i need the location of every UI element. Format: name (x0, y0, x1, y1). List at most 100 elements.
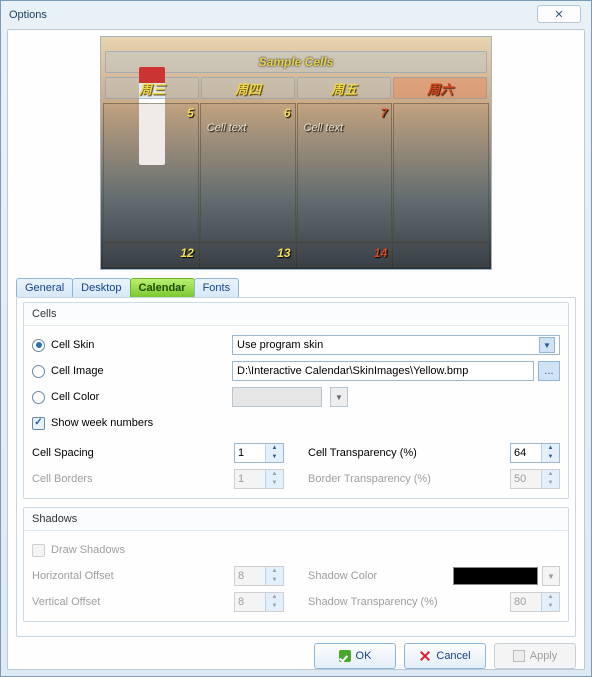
titlebar: Options ✕ (1, 1, 591, 29)
chevron-up-icon: ▲ (266, 470, 283, 479)
row-scolor: Shadow Color ▼ (308, 563, 560, 589)
spinner-transparency[interactable]: ▲▼ (510, 443, 560, 463)
tab-fonts[interactable]: Fonts (194, 278, 240, 297)
label-border-trans: Border Transparency (%) (308, 473, 431, 485)
chevron-up-icon: ▲ (542, 593, 559, 602)
preview-cell: 7Cell text (297, 103, 393, 242)
radio-cell-image[interactable] (32, 365, 45, 378)
preview-grid: 5 6Cell text 7Cell text 7Cell text 12 13… (103, 103, 489, 267)
color-dropdown[interactable]: ▼ (330, 387, 348, 407)
chevron-down-icon: ▼ (266, 453, 283, 462)
shadows-group: Shadows Draw Shadows Horizontal Offset (23, 507, 569, 622)
chevron-down-icon: ▼ (542, 453, 559, 462)
label-scolor: Shadow Color (308, 570, 377, 582)
preview-header-cell: 周四 (201, 77, 295, 99)
x-icon (419, 650, 431, 662)
row-cell-image: Cell Image ... (32, 358, 560, 384)
shadow-color-dropdown: ▼ (542, 566, 560, 586)
spinner-voffset: ▲▼ (234, 592, 284, 612)
checkbox-weeknum[interactable] (32, 417, 45, 430)
row-border-trans: Border Transparency (%) ▲▼ (308, 466, 560, 492)
chevron-down-icon: ▼ (266, 576, 283, 585)
ellipsis-icon: ... (544, 365, 553, 377)
preview-header-cell: 周三 (105, 77, 199, 99)
label-weeknum: Show week numbers (51, 417, 153, 429)
spinner-spacing-input[interactable] (235, 444, 265, 462)
preview-cell: 5 (103, 103, 199, 242)
preview-cell (393, 103, 489, 242)
check-icon (339, 650, 351, 662)
apply-button: Apply (494, 643, 576, 669)
ok-button[interactable]: OK (314, 643, 396, 669)
browse-button[interactable]: ... (538, 361, 560, 381)
radio-cell-skin[interactable] (32, 339, 45, 352)
spinner-strans-input (511, 593, 541, 611)
label-strans: Shadow Transparency (%) (308, 596, 438, 608)
spinner-spacing[interactable]: ▲▼ (234, 443, 284, 463)
window-title: Options (9, 9, 47, 21)
spinner-voffset-input (235, 593, 265, 611)
shadows-group-title: Shadows (24, 508, 568, 531)
row-spacing: Cell Spacing ▲▼ (32, 440, 284, 466)
row-strans: Shadow Transparency (%) ▲▼ (308, 589, 560, 615)
preview-cell (393, 243, 489, 267)
cells-group-title: Cells (24, 303, 568, 326)
spinner-borders-input (235, 470, 265, 488)
spinner-hoffset-input (235, 567, 265, 585)
row-voffset: Vertical Offset ▲▼ (32, 589, 284, 615)
spinner-border-trans-input (511, 470, 541, 488)
tab-calendar[interactable]: Calendar (130, 278, 195, 297)
options-window: Options ✕ Sample Cells 周三 周四 周五 周六 5 6Ce… (0, 0, 592, 677)
preview-cell: 14 (297, 243, 393, 267)
preview-cell: 13 (200, 243, 296, 267)
input-cell-image[interactable] (232, 361, 534, 381)
chevron-up-icon: ▲ (542, 444, 559, 453)
cancel-button[interactable]: Cancel (404, 643, 486, 669)
tab-strip: General Desktop Calendar Fonts (16, 278, 576, 297)
chevron-up-icon: ▲ (266, 567, 283, 576)
preview-title: Sample Cells (259, 55, 334, 69)
spinner-borders: ▲▼ (234, 469, 284, 489)
chevron-down-icon: ▼ (266, 479, 283, 488)
label-borders: Cell Borders (32, 473, 93, 485)
chevron-up-icon: ▲ (542, 470, 559, 479)
label-voffset: Vertical Offset (32, 596, 100, 608)
preview-header-cell: 周五 (297, 77, 391, 99)
row-weeknum: Show week numbers (32, 410, 560, 436)
tab-desktop[interactable]: Desktop (72, 278, 130, 297)
spinner-border-trans: ▲▼ (510, 469, 560, 489)
tab-general[interactable]: General (16, 278, 73, 297)
spinner-hoffset: ▲▼ (234, 566, 284, 586)
label-spacing: Cell Spacing (32, 447, 94, 459)
preview-title-band: Sample Cells (105, 51, 487, 73)
label-cell-skin: Cell Skin (51, 339, 94, 351)
apply-label: Apply (530, 650, 558, 662)
chevron-down-icon: ▼ (542, 602, 559, 611)
chevron-up-icon: ▲ (266, 444, 283, 453)
select-cell-skin[interactable]: Use program skin ▼ (232, 335, 560, 355)
shadows-group-body: Draw Shadows Horizontal Offset ▲▼ (24, 531, 568, 621)
button-row: OK Cancel Apply (16, 643, 576, 669)
preview-header-cell: 周六 (393, 77, 487, 99)
row-hoffset: Horizontal Offset ▲▼ (32, 563, 284, 589)
label-transparency: Cell Transparency (%) (308, 447, 417, 459)
radio-cell-color[interactable] (32, 391, 45, 404)
chevron-down-icon: ▼ (266, 602, 283, 611)
preview-header-row: 周三 周四 周五 周六 (105, 77, 487, 99)
content-area: Sample Cells 周三 周四 周五 周六 5 6Cell text 7C… (7, 29, 585, 670)
color-swatch-cell[interactable] (232, 387, 322, 407)
close-icon: ✕ (554, 8, 563, 21)
label-cell-color: Cell Color (51, 391, 99, 403)
spinner-transparency-input[interactable] (511, 444, 541, 462)
cancel-label: Cancel (436, 650, 470, 662)
cells-group: Cells Cell Skin Use program skin ▼ (23, 302, 569, 499)
select-cell-skin-value: Use program skin (237, 339, 323, 351)
cells-group-body: Cell Skin Use program skin ▼ Cell (24, 326, 568, 498)
spinner-strans: ▲▼ (510, 592, 560, 612)
label-draw-shadows: Draw Shadows (51, 544, 125, 556)
preview-cell: 6Cell text (200, 103, 296, 242)
checkbox-draw-shadows (32, 544, 45, 557)
chevron-down-icon: ▼ (542, 479, 559, 488)
close-button[interactable]: ✕ (537, 5, 581, 23)
chevron-up-icon: ▲ (266, 593, 283, 602)
